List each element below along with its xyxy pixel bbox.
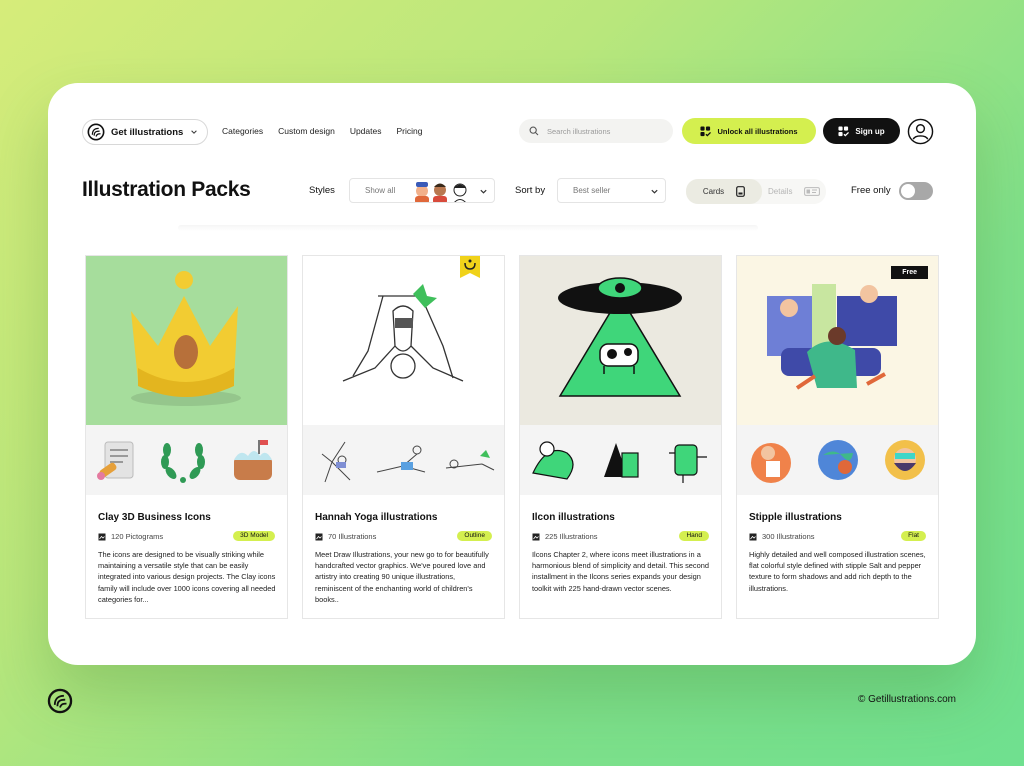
- ilcon-thumb-3: [668, 444, 707, 483]
- document-pencil-thumb: [97, 441, 134, 480]
- sort-by-label: Sort by: [515, 185, 546, 196]
- pack-card-yoga[interactable]: Hannah Yoga illustrations 70 Illustratio…: [302, 255, 505, 619]
- pack-card-ilcon[interactable]: Ilcon illustrations 225 Illustrations Ha…: [519, 255, 722, 619]
- sort-value: Best seller: [573, 186, 611, 195]
- styles-label: Styles: [309, 185, 335, 196]
- nav-custom-design[interactable]: Custom design: [278, 126, 335, 136]
- card-title: Stipple illustrations: [749, 512, 842, 523]
- pack-card-clay[interactable]: Clay 3D Business Icons 120 Pictograms 3D…: [85, 255, 288, 619]
- style-tag: Outline: [457, 531, 492, 541]
- free-only-label: Free only: [851, 185, 891, 196]
- brand-label: Get illustrations: [111, 126, 184, 138]
- yoga-pose-thumb-1: [321, 441, 350, 483]
- card-count: 70 Illustrations: [328, 532, 377, 541]
- styles-value: Show all: [365, 186, 396, 195]
- card-meta: 300 Illustrations: [749, 532, 815, 541]
- cards-view-icon: [736, 186, 746, 197]
- ufo-cow-illustration: [558, 277, 682, 397]
- unlock-label: Unlock all illustrations: [717, 126, 798, 136]
- ilcon-thumb-1: [531, 441, 574, 480]
- image-icon: [532, 533, 540, 540]
- sort-dropdown[interactable]: Best seller: [557, 178, 666, 203]
- card-meta: 70 Illustrations: [315, 532, 376, 541]
- main-nav: Categories Custom design Updates Pricing: [222, 126, 422, 136]
- brand-logo-icon: [87, 123, 105, 141]
- footer-copyright: © Getillustrations.com: [858, 694, 956, 705]
- card-meta: 225 Illustrations: [532, 532, 598, 541]
- stipple-thumb-1: [750, 443, 791, 483]
- view-toggle: Cards Details: [686, 179, 826, 204]
- card-title: Clay 3D Business Icons: [98, 512, 211, 523]
- card-count: 225 Illustrations: [545, 532, 598, 541]
- cake-thumb: [233, 440, 272, 480]
- image-icon: [315, 533, 323, 540]
- footer-logo-icon: [47, 688, 73, 714]
- free-only-toggle[interactable]: [899, 182, 933, 200]
- card-thumbnails: [737, 425, 938, 495]
- yoga-pose-thumb-2: [376, 445, 425, 473]
- card-hero-image: [86, 256, 287, 425]
- card-count: 300 Illustrations: [762, 532, 815, 541]
- card-title: Ilcon illustrations: [532, 512, 615, 523]
- style-tag: Hand: [679, 531, 709, 541]
- card-count: 120 Pictograms: [111, 532, 164, 541]
- yoga-pose-thumb-3: [445, 450, 494, 471]
- divider: [178, 225, 758, 231]
- card-hero-image: Free: [737, 256, 938, 425]
- nav-categories[interactable]: Categories: [222, 126, 263, 136]
- toggle-knob: [901, 184, 915, 198]
- nav-pricing[interactable]: Pricing: [396, 126, 422, 136]
- card-description: Meet Draw Illustrations, your new go to …: [315, 550, 489, 604]
- card-title: Hannah Yoga illustrations: [315, 512, 438, 523]
- stipple-thumb-3: [884, 440, 925, 480]
- view-cards-label: Cards: [702, 187, 725, 196]
- card-hero-image: [520, 256, 721, 425]
- search-icon: [529, 126, 539, 136]
- stipple-thumb-2: [817, 440, 858, 480]
- chevron-down-icon: [480, 189, 487, 194]
- app-window: Get illustrations Categories Custom desi…: [48, 83, 976, 665]
- sign-up-button[interactable]: Sign up: [823, 118, 900, 144]
- card-meta: 120 Pictograms: [98, 532, 163, 541]
- chevron-down-icon: [651, 189, 658, 194]
- card-description: Ilcons Chapter 2, where icons meet illus…: [532, 550, 709, 593]
- style-avatars-image: [415, 182, 467, 202]
- page-title: Illustration Packs: [82, 178, 251, 201]
- user-avatar-icon[interactable]: [907, 118, 934, 145]
- card-thumbnails: [86, 425, 287, 495]
- card-thumbnails: [520, 425, 721, 495]
- pack-card-stipple[interactable]: Free Stipple illustrations 300 Illustrat…: [736, 255, 939, 619]
- grid-check-icon: [700, 125, 712, 137]
- style-tag: Flat: [901, 531, 926, 541]
- brand-dropdown[interactable]: Get illustrations: [82, 119, 208, 145]
- stipple-scene-illustration: [767, 284, 897, 390]
- card-hero-image: [303, 256, 504, 425]
- details-view-icon: [804, 187, 821, 196]
- view-cards-tab[interactable]: Cards: [686, 179, 762, 204]
- card-description: The icons are designed to be visually st…: [98, 550, 276, 604]
- style-tag: 3D Model: [233, 531, 275, 541]
- image-icon: [749, 533, 757, 540]
- image-icon: [98, 533, 106, 540]
- nav-updates[interactable]: Updates: [350, 126, 382, 136]
- styles-dropdown[interactable]: Show all: [349, 178, 495, 203]
- sign-up-label: Sign up: [855, 126, 885, 136]
- laurel-thumb: [161, 443, 206, 483]
- free-badge: Free: [891, 266, 928, 279]
- chevron-down-icon: [191, 130, 197, 134]
- search-bar[interactable]: [519, 119, 673, 143]
- crown-illustration: [131, 271, 241, 406]
- ilcon-thumb-2: [603, 443, 639, 478]
- view-details-label: Details: [768, 187, 793, 196]
- yoga-illustration: [342, 284, 464, 382]
- view-details-tab[interactable]: Details: [768, 179, 821, 204]
- card-description: Highly detailed and well composed illust…: [749, 550, 926, 593]
- card-thumbnails: [303, 425, 504, 495]
- unlock-all-button[interactable]: Unlock all illustrations: [682, 118, 816, 144]
- award-badge-icon: [460, 256, 480, 278]
- search-input[interactable]: [547, 126, 657, 136]
- grid-check-icon: [838, 125, 850, 137]
